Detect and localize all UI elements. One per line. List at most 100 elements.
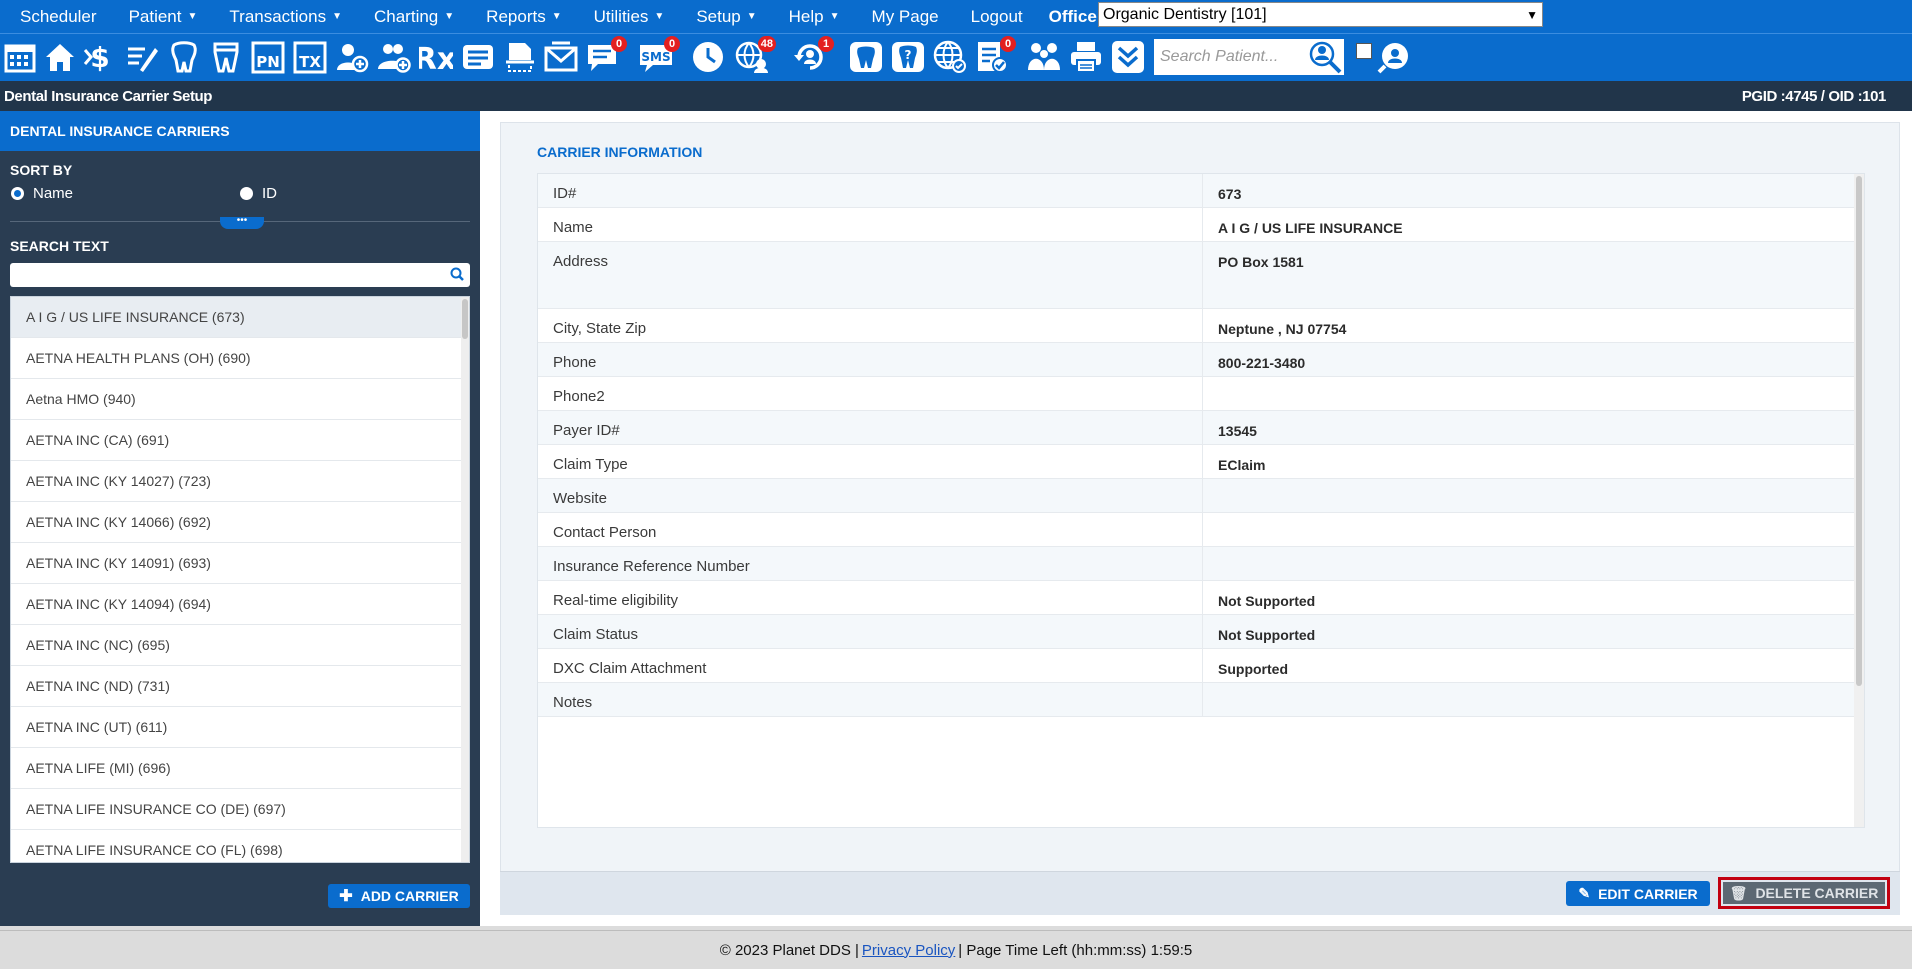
row-value: Not Supported (1218, 627, 1316, 643)
menu-item-reports[interactable]: Reports ▼ (474, 7, 573, 27)
collapse-sort-handle[interactable]: ••• (220, 216, 264, 229)
carrier-list-item[interactable]: AETNA INC (UT) (611) (11, 707, 463, 748)
menu-item-patient[interactable]: Patient ▼ (117, 7, 210, 27)
calendar-icon[interactable] (2, 39, 38, 75)
menu-item-charting[interactable]: Charting ▼ (362, 7, 466, 27)
row-value: 13545 (1218, 423, 1257, 439)
carrier-list: A I G / US LIFE INSURANCE (673) AETNA HEA… (10, 296, 470, 863)
carrier-list-item[interactable]: AETNA INC (KY 14066) (692) (11, 502, 463, 543)
advanced-search-icon[interactable] (1376, 39, 1412, 75)
menu-item-transactions[interactable]: Transactions ▼ (217, 7, 354, 27)
toolbar-checkbox[interactable] (1356, 43, 1372, 59)
messages-icon[interactable]: 0 (585, 36, 627, 75)
recall-icon[interactable]: 1 (792, 36, 834, 75)
carrier-info-table: ID# 673 Name A I G / US LIFE INSURANCE Addre… (537, 173, 1865, 828)
trash-icon: 🗑 (1729, 884, 1748, 901)
search-patient-icon[interactable] (1306, 39, 1344, 75)
sort-name-radio[interactable]: Name (11, 185, 73, 202)
carrier-list-item[interactable]: AETNA LIFE INSURANCE CO (FL) (698) (11, 830, 463, 862)
add-patient-icon[interactable] (334, 39, 370, 75)
carrier-list-item[interactable]: AETNA INC (KY 14027) (723) (11, 461, 463, 502)
office-select[interactable]: Organic Dentistry [101] ▼ (1098, 2, 1543, 27)
add-family-icon[interactable] (376, 39, 412, 75)
carrier-list-item[interactable]: AETNA LIFE INSURANCE CO (DE) (697) (11, 789, 463, 830)
row-key: Claim Status (538, 615, 1203, 648)
perio-tooth-icon[interactable] (208, 39, 244, 75)
sort-id-radio[interactable]: ID (240, 185, 277, 202)
home-icon[interactable] (42, 39, 78, 75)
carrier-list-item[interactable]: Aetna HMO (940) (11, 379, 463, 420)
carrier-list-item[interactable]: AETNA INC (ND) (731) (11, 666, 463, 707)
page-time-left: | Page Time Left (hh:mm:ss) 1:59:5 (958, 941, 1193, 959)
forms-badge: 0 (1000, 36, 1016, 52)
carrier-list-item[interactable]: AETNA HEALTH PLANS (OH) (690) (11, 338, 463, 379)
treatment-plan-icon[interactable]: TX (292, 39, 328, 75)
row-value: Not Supported (1218, 593, 1316, 609)
patient-search-placeholder: Search Patient... (1160, 48, 1279, 65)
row-value: 673 (1218, 186, 1242, 202)
row-value (1203, 377, 1864, 410)
menu-items: Scheduler Patient ▼ Transactions ▼ Charting ▼ R… (0, 7, 1035, 27)
mail-icon[interactable] (543, 39, 579, 75)
menu-item-my-page[interactable]: My Page (860, 7, 951, 27)
carrier-list-item[interactable]: AETNA INC (KY 14091) (693) (11, 543, 463, 584)
sort-by-label: SORT BY (10, 162, 73, 178)
table-scrollbar-thumb[interactable] (1856, 176, 1862, 686)
row-key: Phone2 (538, 377, 1203, 410)
carrier-info-row: DXC Claim Attachment Supported (538, 649, 1864, 683)
search-icon[interactable] (450, 267, 464, 286)
delete-carrier-button[interactable]: 🗑 DELETE CARRIER (1723, 882, 1885, 904)
sort-name-label: Name (33, 185, 74, 202)
add-carrier-button[interactable]: ✚ ADD CARRIER (328, 884, 470, 908)
menu-item-scheduler[interactable]: Scheduler (8, 7, 109, 27)
carrier-info-row: City, State Zip Neptune , NJ 07754 (538, 309, 1864, 343)
row-key: City, State Zip (538, 309, 1203, 342)
row-value: Neptune , NJ 07754 (1218, 321, 1347, 337)
radio-selected-icon (11, 187, 24, 200)
menu-item-label: Patient (128, 6, 182, 26)
carrier-list-item[interactable]: AETNA INC (CA) (691) (11, 420, 463, 461)
progress-notes-icon[interactable]: PN (250, 39, 286, 75)
office-select-value: Organic Dentistry [101] (1103, 5, 1267, 23)
page-title: Dental Insurance Carrier Setup (4, 87, 213, 105)
forms-icon[interactable]: 0 (974, 36, 1016, 75)
clock-icon[interactable] (690, 39, 726, 75)
notes-pen-icon[interactable] (124, 39, 160, 75)
row-value: PO Box 1581 (1218, 254, 1304, 270)
delete-carrier-highlight: 🗑 DELETE CARRIER (1718, 877, 1890, 909)
chevrons-down-icon[interactable] (1110, 39, 1146, 75)
billing-dollar-icon[interactable]: $ (82, 39, 118, 75)
online-patients-icon[interactable]: 48 (734, 36, 776, 75)
search-text-input[interactable] (10, 263, 470, 287)
sms-icon[interactable]: SMS 0 (638, 36, 680, 75)
patient-search-input[interactable]: Search Patient... (1154, 39, 1306, 75)
scan-document-icon[interactable] (502, 39, 538, 75)
tooth-help-icon[interactable]: ? (890, 39, 926, 75)
menu-item-logout[interactable]: Logout (959, 7, 1035, 27)
menu-item-label: Reports (486, 6, 546, 26)
carrier-list-item[interactable]: A I G / US LIFE INSURANCE (673) (11, 297, 463, 338)
carrier-info-row: ID# 673 (538, 174, 1864, 208)
caret-down-icon: ▼ (332, 11, 342, 22)
privacy-policy-link[interactable]: Privacy Policy (862, 942, 955, 959)
tooth-badge-icon[interactable] (848, 39, 884, 75)
menu-item-help[interactable]: Help ▼ (777, 7, 852, 27)
list-scrollbar-thumb[interactable] (462, 299, 468, 339)
tooth-chart-icon[interactable] (166, 39, 202, 75)
web-globe-icon[interactable] (932, 39, 968, 75)
recall-badge: 1 (818, 36, 834, 52)
carrier-info-row: Real-time eligibility Not Supported (538, 581, 1864, 615)
list-scrollbar[interactable] (461, 297, 469, 862)
menu-item-utilities[interactable]: Utilities ▼ (582, 7, 677, 27)
edit-carrier-button[interactable]: ✎ EDIT CARRIER (1566, 881, 1710, 906)
family-group-icon[interactable] (1026, 39, 1062, 75)
printer-icon[interactable] (1068, 39, 1104, 75)
carrier-list-item[interactable]: AETNA LIFE (MI) (696) (11, 748, 463, 789)
prescription-icon[interactable]: Rx (418, 39, 454, 75)
document-lines-icon[interactable] (460, 39, 496, 75)
carrier-list-item[interactable]: AETNA INC (NC) (695) (11, 625, 463, 666)
menu-item-setup[interactable]: Setup ▼ (684, 7, 768, 27)
table-scrollbar[interactable] (1854, 174, 1864, 827)
menu-item-label: Utilities (593, 6, 649, 26)
carrier-list-item[interactable]: AETNA INC (KY 14094) (694) (11, 584, 463, 625)
